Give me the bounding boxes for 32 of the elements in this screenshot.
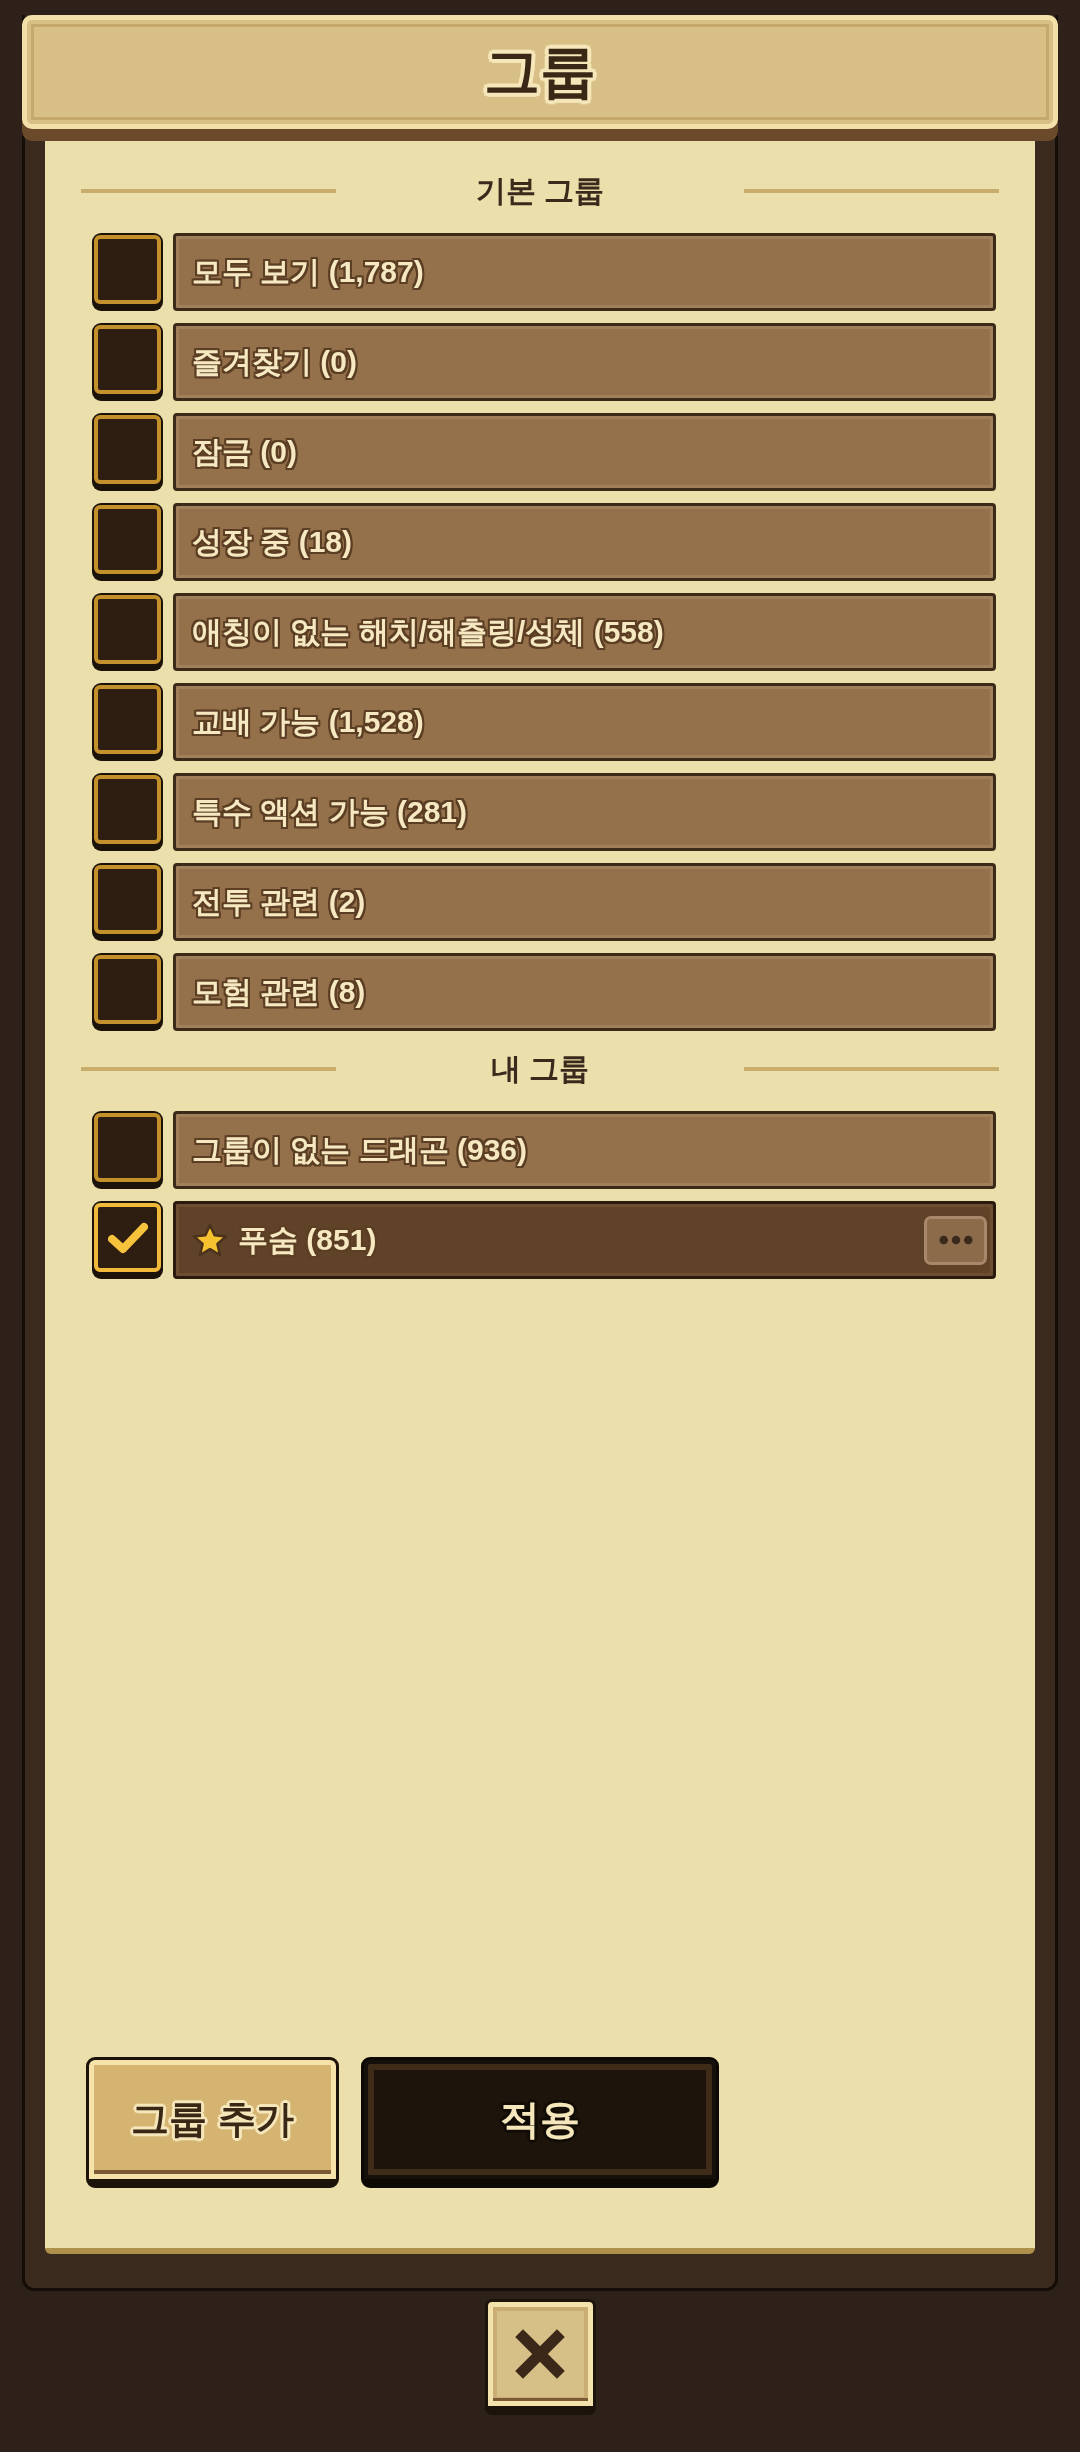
checkmark-icon bbox=[107, 1221, 148, 1254]
group-item[interactable]: 푸숨 (851) bbox=[173, 1201, 996, 1279]
checkbox[interactable] bbox=[92, 233, 163, 311]
checkbox[interactable] bbox=[92, 593, 163, 671]
checkbox[interactable] bbox=[92, 1201, 163, 1279]
checkbox[interactable] bbox=[92, 773, 163, 851]
checkbox[interactable] bbox=[92, 953, 163, 1031]
group-item[interactable]: 전투 관련 (2) bbox=[173, 863, 996, 941]
checkbox[interactable] bbox=[92, 323, 163, 401]
dialog-title: 그룹 bbox=[484, 44, 596, 100]
more-button[interactable] bbox=[924, 1215, 987, 1265]
checkbox[interactable] bbox=[92, 863, 163, 941]
add-group-button[interactable]: 그룹 추가 bbox=[86, 2057, 339, 2188]
checkbox[interactable] bbox=[92, 503, 163, 581]
more-icon bbox=[938, 1235, 973, 1245]
close-icon bbox=[515, 2329, 565, 2379]
apply-button[interactable]: 적용 bbox=[361, 2057, 719, 2188]
section-heading: 기본 그룹 bbox=[474, 172, 606, 209]
checkbox[interactable] bbox=[92, 1111, 163, 1189]
section-heading: 내 그룹 bbox=[489, 1050, 591, 1087]
group-item[interactable]: 모두 보기 (1,787) bbox=[173, 233, 996, 311]
group-item[interactable]: 잠금 (0) bbox=[173, 413, 996, 491]
checkbox[interactable] bbox=[92, 413, 163, 491]
group-item[interactable]: 특수 액션 가능 (281) bbox=[173, 773, 996, 851]
group-item[interactable]: 그룹이 없는 드래곤 (936) bbox=[173, 1111, 996, 1189]
checkbox[interactable] bbox=[92, 683, 163, 761]
group-item[interactable]: 성장 중 (18) bbox=[173, 503, 996, 581]
group-item[interactable]: 교배 가능 (1,528) bbox=[173, 683, 996, 761]
group-item[interactable]: 즐겨찾기 (0) bbox=[173, 323, 996, 401]
group-item[interactable]: 모험 관련 (8) bbox=[173, 953, 996, 1031]
group-item[interactable]: 애칭이 없는 해치/해츨링/성체 (558) bbox=[173, 593, 996, 671]
close-button[interactable] bbox=[484, 2299, 596, 2415]
